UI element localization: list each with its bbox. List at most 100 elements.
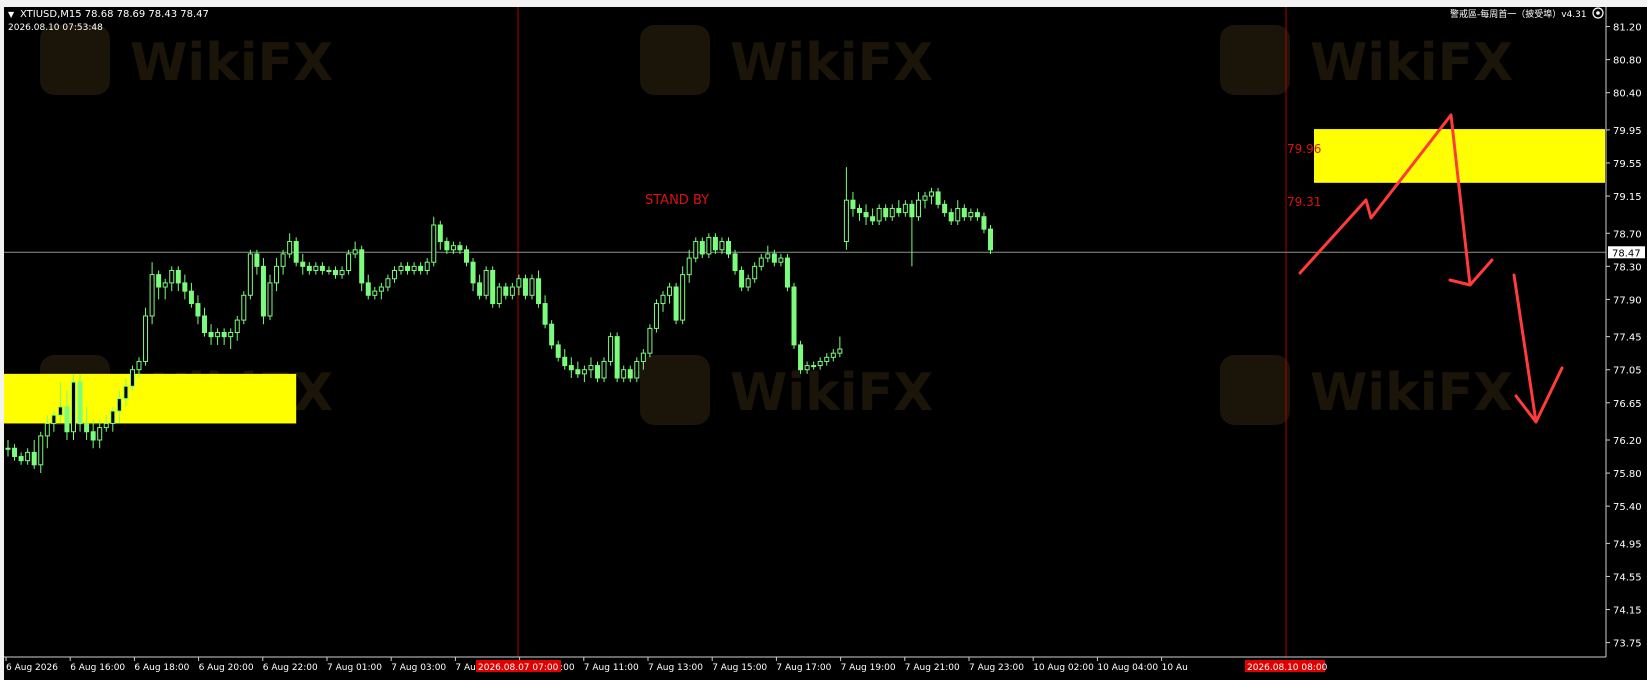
- y-tick-label: 76.20: [1613, 436, 1642, 447]
- x-tick-label: 6 Aug 22:00: [263, 663, 318, 673]
- watermark-text: WikiFX: [1310, 363, 1513, 423]
- candle: [234, 315, 240, 341]
- candle: [948, 208, 954, 225]
- settings-gear-icon[interactable]: [1592, 7, 1604, 19]
- candle: [437, 220, 443, 250]
- candle: [673, 282, 679, 325]
- candle: [922, 191, 928, 209]
- watermark-logo: WikiFX: [640, 355, 933, 425]
- candle: [758, 253, 764, 271]
- candle: [837, 336, 843, 358]
- candle: [38, 431, 44, 474]
- candle: [509, 282, 515, 300]
- x-tick-label: 7 Aug 15:00: [712, 663, 767, 673]
- candle: [385, 274, 391, 292]
- candle: [549, 320, 555, 350]
- candle: [529, 274, 535, 300]
- watermark-logo: WikiFX: [1220, 355, 1513, 425]
- candle: [522, 274, 528, 300]
- chart-timestamp: 2026.08.10 07:53:48: [8, 23, 103, 33]
- candle: [850, 191, 856, 217]
- x-tick-label: 7 Aug 23:00: [969, 663, 1024, 673]
- candle: [784, 253, 790, 292]
- candle: [555, 340, 561, 362]
- watermark-text: WikiFX: [1310, 33, 1513, 93]
- candle: [71, 373, 76, 440]
- candle: [470, 258, 476, 292]
- candle: [260, 258, 266, 325]
- x-tick-label: 10 Au: [1162, 663, 1188, 673]
- y-tick-label: 79.55: [1613, 159, 1642, 170]
- candle: [595, 361, 600, 383]
- candle: [627, 365, 633, 383]
- candle: [693, 237, 699, 263]
- candle: [608, 332, 614, 366]
- time-highlight-2: 2026.08.10 08:00: [1247, 663, 1328, 673]
- candle: [542, 295, 548, 329]
- candle: [968, 208, 974, 221]
- candle: [254, 249, 260, 275]
- y-tick-label: 77.05: [1613, 366, 1642, 377]
- candle: [712, 233, 718, 254]
- candle: [339, 266, 345, 279]
- x-tick-label: 6 Aug 2026: [6, 663, 58, 673]
- x-tick-label: 7 Aug 17:00: [776, 663, 831, 673]
- candle: [686, 249, 692, 283]
- candle: [699, 237, 705, 259]
- candle: [568, 357, 574, 378]
- price-chart: WikiFXWikiFXWikiFXWikiFXWikiFXWikiFX 81.…: [4, 7, 1647, 673]
- candle: [411, 262, 417, 275]
- y-tick-label: 76.65: [1613, 399, 1642, 410]
- watermark-logo: WikiFX: [1220, 25, 1513, 95]
- candle: [896, 200, 902, 217]
- candle: [562, 349, 568, 370]
- watermark-text: WikiFX: [130, 33, 333, 93]
- x-tick-label: 7 Aug 13:00: [648, 663, 703, 673]
- candle: [653, 299, 659, 333]
- watermark-text: WikiFX: [730, 33, 933, 93]
- y-tick-label: 80.40: [1613, 89, 1642, 100]
- candle: [228, 328, 234, 350]
- candle: [660, 291, 666, 312]
- candle: [621, 365, 627, 383]
- candle: [352, 241, 358, 259]
- candle: [902, 200, 908, 217]
- candle: [378, 282, 384, 300]
- candle: [745, 274, 751, 292]
- candle: [162, 278, 168, 300]
- time-highlight-1: 2026.08.07 07:00: [478, 663, 559, 673]
- candle: [306, 262, 312, 275]
- candle: [981, 212, 987, 234]
- candle: [889, 204, 895, 221]
- y-tick-label: 79.15: [1613, 192, 1642, 203]
- candle: [149, 262, 155, 325]
- candle: [175, 266, 181, 292]
- candle: [31, 440, 37, 469]
- watermark-logo: WikiFX: [640, 25, 933, 95]
- candle: [955, 200, 961, 225]
- candle: [601, 357, 607, 383]
- candle: [241, 291, 247, 325]
- x-tick-label: 7 Aug 19:00: [841, 663, 896, 673]
- candle: [575, 361, 581, 378]
- chart-collapse-icon[interactable]: ▼: [8, 10, 15, 19]
- x-tick-label: 7 Aug 11:00: [584, 663, 639, 673]
- candle: [143, 307, 149, 366]
- watermark-logo: WikiFX: [40, 25, 333, 95]
- candle: [974, 208, 980, 221]
- candle: [752, 262, 758, 283]
- candle: [464, 245, 469, 267]
- candle: [25, 448, 31, 465]
- candle: [110, 406, 116, 432]
- candle: [326, 266, 332, 275]
- candle: [798, 340, 804, 374]
- candle: [915, 191, 921, 221]
- candle: [765, 245, 771, 263]
- candle: [732, 249, 738, 275]
- candle: [405, 262, 411, 275]
- candle: [857, 204, 862, 221]
- wikifx-watermark: WikiFXWikiFXWikiFXWikiFXWikiFXWikiFX: [40, 25, 1513, 425]
- candle: [588, 357, 594, 378]
- candle: [156, 270, 162, 300]
- y-tick-label: 74.15: [1613, 606, 1642, 617]
